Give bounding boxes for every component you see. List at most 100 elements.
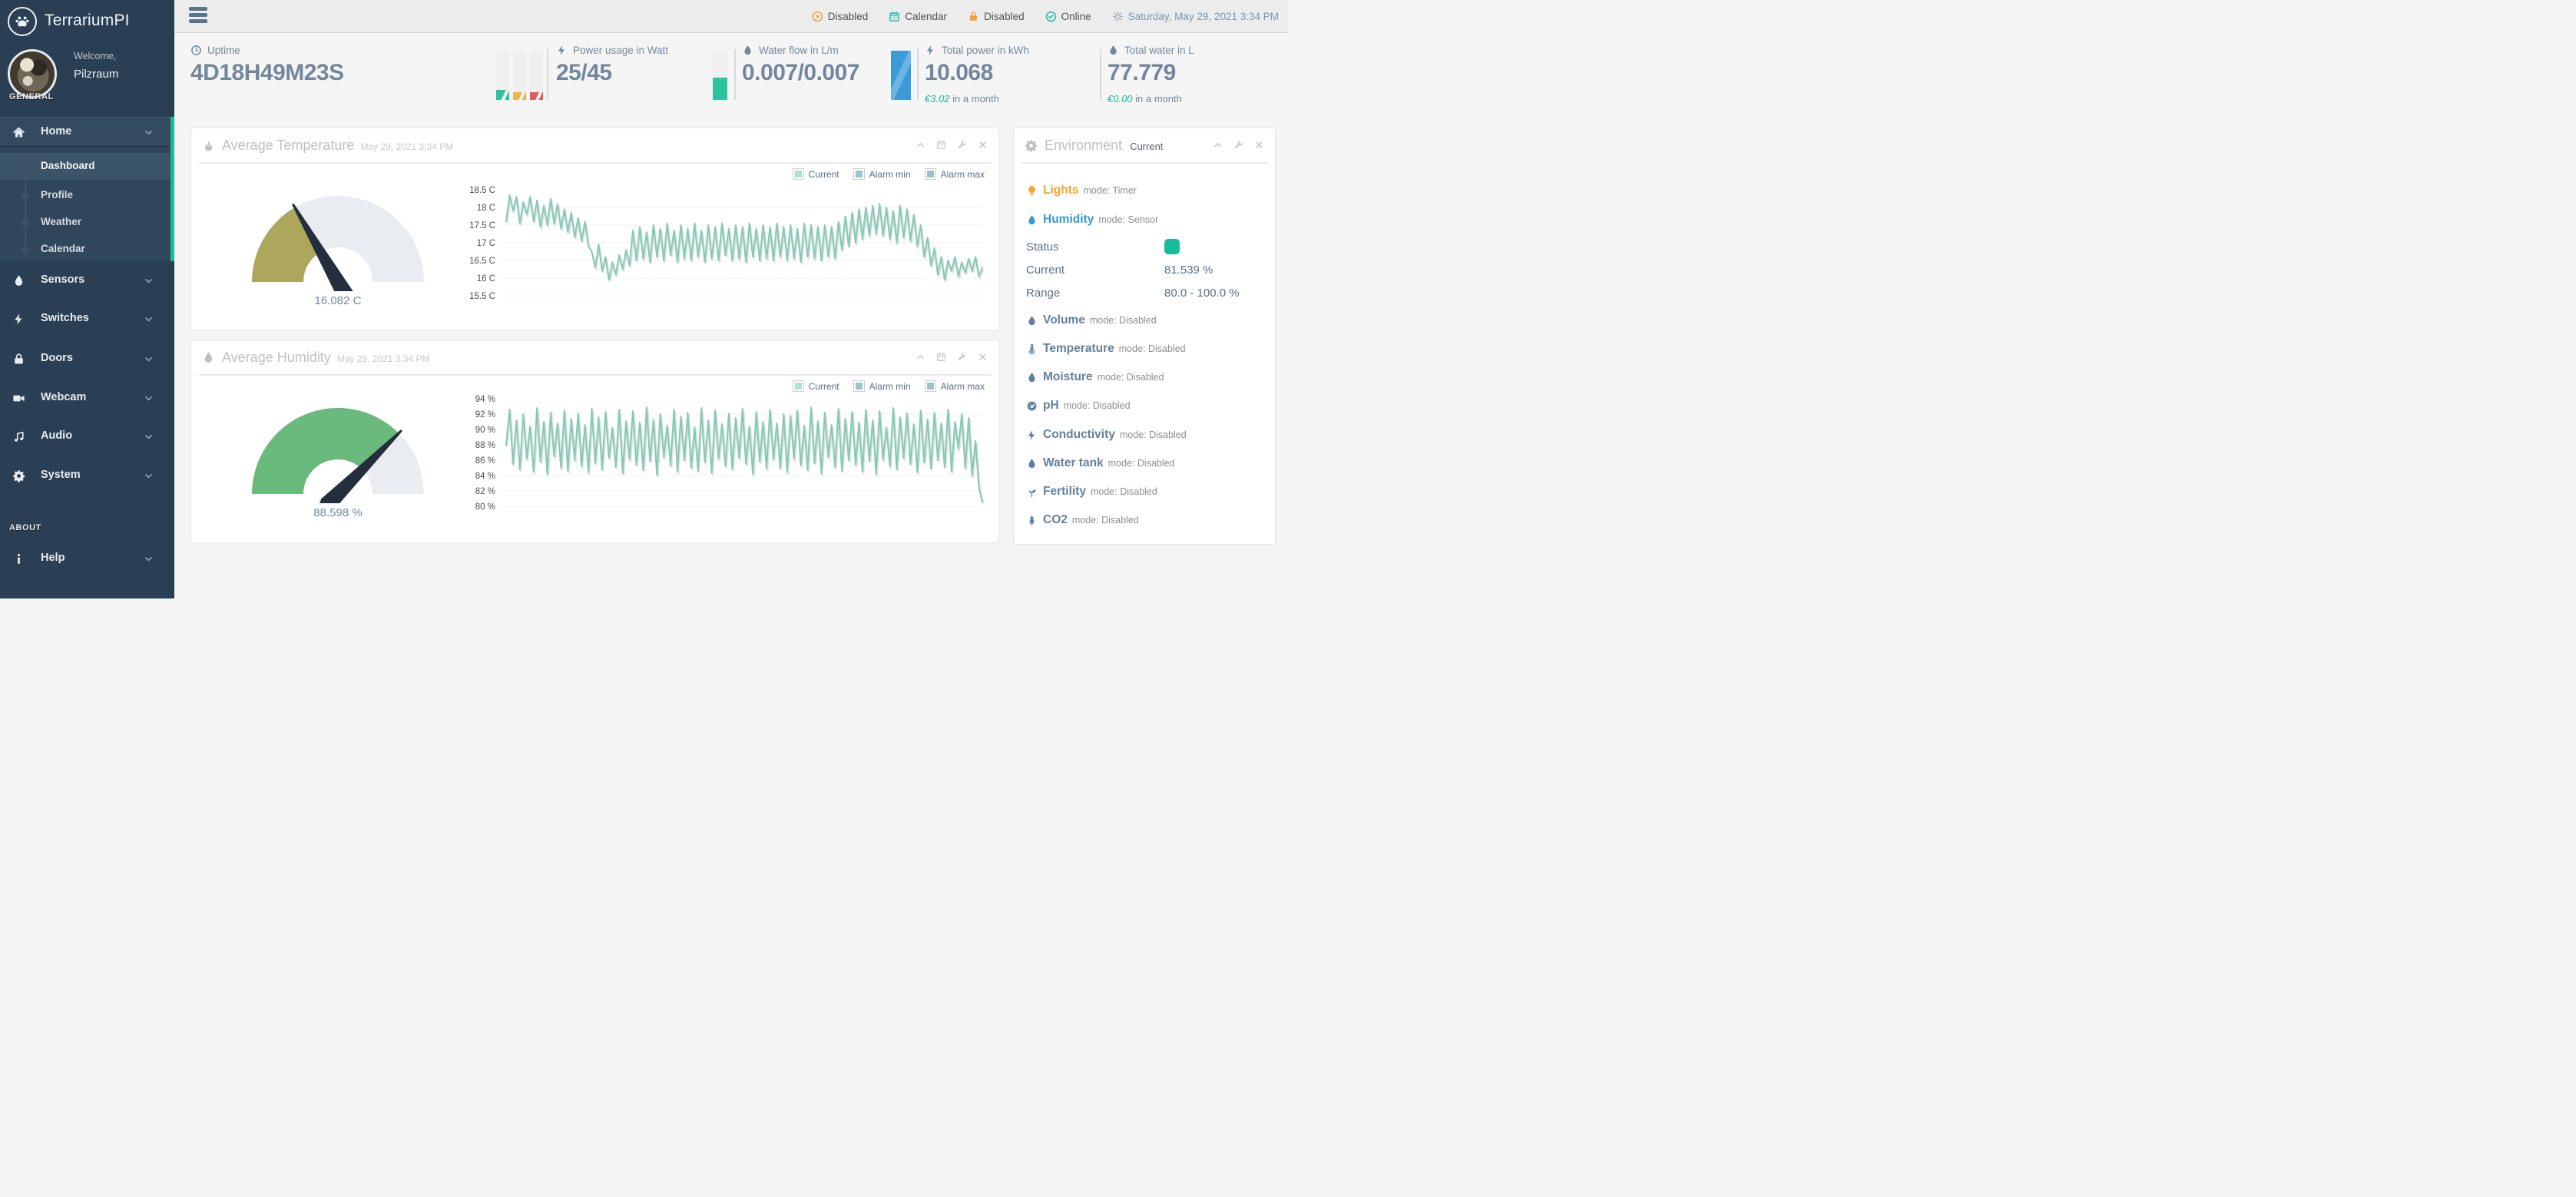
gauge-icon (1026, 400, 1038, 412)
sidebar-item-profile[interactable]: Profile (0, 182, 171, 209)
temperature-gauge-value: 16.082 C (242, 294, 434, 307)
calendar-icon[interactable] (936, 140, 946, 150)
house-icon (12, 126, 25, 139)
wrench-icon[interactable] (1233, 140, 1243, 150)
collapse-icon[interactable] (916, 352, 925, 362)
drop-icon (1026, 315, 1038, 327)
env-item-name: CO2 (1043, 513, 1068, 526)
env-current-row: Current 81.539 % (1026, 264, 1266, 282)
legend-swatch (793, 380, 804, 392)
legend-label: Alarm min (869, 381, 911, 392)
bolt-icon (925, 45, 936, 56)
env-item-humidity[interactable]: Humiditymode: Sensor (1026, 213, 1266, 231)
legend-item[interactable]: Alarm min (853, 380, 911, 392)
gear-icon (1025, 139, 1038, 152)
sidebar-item-calendar[interactable]: Calendar (0, 236, 171, 263)
chevron-down-icon (144, 354, 154, 364)
env-item-mode: mode: Disabled (1098, 372, 1164, 383)
close-icon[interactable] (978, 352, 988, 362)
chevron-down-icon (144, 128, 154, 138)
power-cost-suffix: in a month (952, 93, 999, 104)
wrench-icon[interactable] (957, 352, 967, 362)
calendar-icon[interactable] (936, 352, 946, 362)
env-item-name: Volume (1043, 313, 1085, 327)
sidebar-item-label: Sensors (41, 274, 84, 286)
calendar-icon (889, 11, 900, 22)
y-tick-label: 82 % (475, 487, 495, 496)
sidebar-item-system[interactable]: System (0, 461, 171, 490)
y-tick-label: 18.5 C (469, 186, 495, 195)
close-icon[interactable] (1254, 140, 1264, 150)
env-item-mode: mode: Disabled (1120, 429, 1187, 440)
env-item-co2[interactable]: CO2mode: Disabled (1026, 513, 1266, 532)
legend-swatch (853, 168, 865, 180)
env-item-temperature[interactable]: Temperaturemode: Disabled (1026, 342, 1266, 360)
sidebar-item-doors[interactable]: Doors (0, 344, 171, 373)
chart-legend: Current Alarm min Alarm max (793, 380, 985, 392)
env-item-lights[interactable]: Lightsmode: Timer (1026, 184, 1266, 202)
sidebar-item-label: Webcam (41, 391, 86, 403)
y-tick-label: 18 C (477, 204, 495, 213)
collapse-icon[interactable] (916, 140, 925, 150)
legend-item[interactable]: Alarm max (925, 168, 985, 180)
sidebar-item-switches[interactable]: Switches (0, 304, 171, 333)
sidebar-item-home[interactable]: Home (0, 117, 171, 146)
section-general: GENERAL (9, 92, 54, 101)
divider (734, 49, 736, 100)
legend-label: Current (809, 169, 839, 180)
sidebar-item-label: System (41, 469, 81, 481)
legend-item[interactable]: Current (793, 168, 839, 180)
sidebar-item-label: Doors (41, 352, 73, 364)
legend-item[interactable]: Alarm max (925, 380, 985, 392)
legend-item[interactable]: Current (793, 380, 839, 392)
submenu-dot (22, 163, 29, 171)
sidebar-item-weather[interactable]: Weather (0, 209, 171, 236)
env-status-row: Status (1026, 240, 1266, 259)
env-item-volume[interactable]: Volumemode: Disabled (1026, 313, 1266, 332)
sidebar-item-dashboard[interactable]: Dashboard (0, 153, 171, 180)
sidebar-item-webcam[interactable]: Webcam (0, 383, 171, 413)
panel-title: Average Humidity (222, 350, 331, 365)
close-icon[interactable] (978, 140, 988, 150)
sidebar-item-audio[interactable]: Audio (0, 422, 171, 451)
y-tick-label: 88 % (475, 441, 495, 450)
legend-item[interactable]: Alarm min (853, 168, 911, 180)
menu-toggle-button[interactable] (189, 7, 207, 25)
load-bar (530, 51, 543, 100)
env-item-conductivity[interactable]: Conductivitymode: Disabled (1026, 428, 1266, 446)
legend-swatch (793, 168, 804, 180)
load-bar (496, 51, 509, 100)
top-navbar: Disabled Calendar Disabled Online Saturd… (174, 0, 1288, 33)
legend-label: Alarm max (941, 169, 985, 180)
online-status[interactable]: Online (1045, 11, 1091, 22)
y-tick-label: 94 % (475, 395, 495, 404)
sidebar-item-label: Audio (41, 429, 72, 442)
env-kv-key: Current (1026, 264, 1065, 277)
env-item-mode: mode: Disabled (1091, 486, 1157, 497)
player-status-label: Disabled (828, 11, 869, 22)
drop-icon (1026, 372, 1038, 383)
calendar-link[interactable]: Calendar (889, 11, 947, 22)
player-status[interactable]: Disabled (812, 11, 869, 22)
lock-status[interactable]: Disabled (968, 11, 1025, 22)
welcome-label: Welcome, (74, 51, 116, 61)
panel-subtitle: Current (1130, 141, 1163, 152)
env-item-watertank[interactable]: Water tankmode: Disabled (1026, 456, 1266, 475)
y-tick-label: 17 C (477, 239, 495, 248)
drop-icon (12, 274, 25, 287)
water-cost-suffix: in a month (1135, 93, 1182, 104)
env-item-fertility[interactable]: Fertilitymode: Disabled (1026, 485, 1266, 503)
brand[interactable]: TerrariumPI (0, 0, 174, 43)
paw-logo-icon (8, 7, 37, 36)
env-item-moisture[interactable]: Moisturemode: Disabled (1026, 370, 1266, 389)
wrench-icon[interactable] (957, 140, 967, 150)
panel-average-temperature: Average TemperatureMay 29, 2021 3:34 PM … (190, 128, 999, 331)
sun-icon (1112, 11, 1124, 22)
stat-label: Power usage in Watt (573, 45, 668, 56)
sidebar-item-sensors[interactable]: Sensors (0, 266, 171, 295)
sidebar: TerrariumPI Welcome, Pilzraum GENERAL Ho… (0, 0, 174, 598)
legend-swatch (853, 380, 865, 392)
collapse-icon[interactable] (1213, 140, 1223, 150)
sidebar-item-help[interactable]: Help (0, 544, 171, 573)
env-item-ph[interactable]: pHmode: Disabled (1026, 399, 1266, 417)
